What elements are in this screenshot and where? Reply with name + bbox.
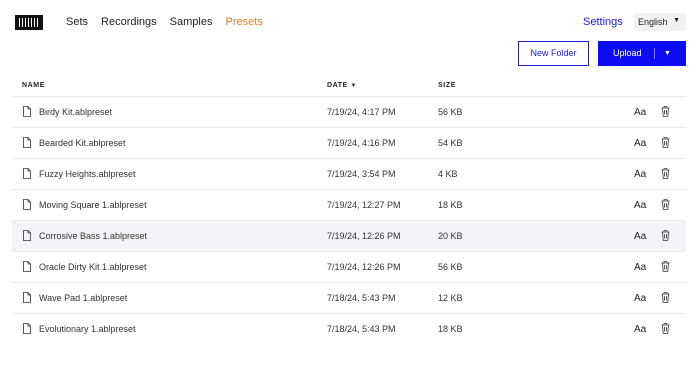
rename-button[interactable]: Aa [634,107,646,118]
app-logo[interactable] [15,15,43,30]
table-row[interactable]: Birdy Kit.ablpreset 7/19/24, 4:17 PM 56 KB… [12,96,686,127]
table-row[interactable]: Bearded Kit.ablpreset 7/19/24, 4:16 PM 54 … [12,127,686,158]
file-size: 20 KB [438,231,463,241]
main-nav: Sets Recordings Samples Presets [66,16,276,28]
file-icon [23,199,31,210]
column-header-date[interactable]: DATE ▼ [327,82,357,89]
column-header-size[interactable]: SIZE [438,82,456,89]
file-size: 18 KB [438,200,463,210]
file-name[interactable]: Birdy Kit.ablpreset [39,107,112,117]
top-bar: Sets Recordings Samples Presets Settings… [0,0,700,44]
trash-icon[interactable] [661,230,670,241]
file-date: 7/19/24, 12:27 PM [327,200,401,210]
column-header-name[interactable]: NAME [22,82,45,89]
rename-button[interactable]: Aa [634,324,646,335]
trash-icon[interactable] [661,292,670,303]
table-row[interactable]: Moving Square 1.ablpreset 7/19/24, 12:27 … [12,189,686,220]
file-size: 56 KB [438,262,463,272]
nav-item-samples[interactable]: Samples [170,16,213,28]
file-date: 7/19/24, 12:26 PM [327,231,401,241]
file-icon [23,230,31,241]
file-size: 4 KB [438,169,458,179]
upload-divider [654,48,655,59]
language-value: English [638,17,668,27]
table-body: Birdy Kit.ablpreset 7/19/24, 4:17 PM 56 KB… [12,96,686,344]
file-date: 7/18/24, 5:43 PM [327,324,396,334]
table-header: NAME DATE ▼ SIZE [12,76,686,96]
table-row[interactable]: Oracle Dirty Kit 1.ablpreset 7/19/24, 12:… [12,251,686,282]
column-header-date-label: DATE [327,82,348,89]
trash-icon[interactable] [661,261,670,272]
upload-button[interactable]: Upload ▼ [598,41,686,66]
file-name[interactable]: Oracle Dirty Kit 1.ablpreset [39,262,147,272]
file-name[interactable]: Fuzzy Heights.ablpreset [39,169,136,179]
nav-item-recordings[interactable]: Recordings [101,16,157,28]
file-name[interactable]: Wave Pad 1.ablpreset [39,293,127,303]
sort-desc-icon: ▼ [350,83,358,89]
trash-icon[interactable] [661,168,670,179]
table-row[interactable]: Fuzzy Heights.ablpreset 7/19/24, 3:54 PM 4… [12,158,686,189]
file-size: 12 KB [438,293,463,303]
rename-button[interactable]: Aa [634,293,646,304]
nav-item-sets[interactable]: Sets [66,16,88,28]
trash-icon[interactable] [661,323,670,334]
file-date: 7/19/24, 4:17 PM [327,107,396,117]
rename-button[interactable]: Aa [634,231,646,242]
rename-button[interactable]: Aa [634,200,646,211]
language-select[interactable]: English ▼ [634,13,686,31]
trash-icon[interactable] [661,137,670,148]
file-name[interactable]: Corrosive Bass 1.ablpreset [39,231,147,241]
file-date: 7/19/24, 12:26 PM [327,262,401,272]
file-name[interactable]: Bearded Kit.ablpreset [39,138,126,148]
file-name[interactable]: Evolutionary 1.ablpreset [39,324,136,334]
rename-button[interactable]: Aa [634,138,646,149]
file-date: 7/19/24, 4:16 PM [327,138,396,148]
file-size: 54 KB [438,138,463,148]
table-row[interactable]: Wave Pad 1.ablpreset 7/18/24, 5:43 PM 12 K… [12,282,686,313]
upload-label: Upload [613,48,642,58]
upload-dropdown-icon[interactable]: ▼ [664,41,671,66]
nav-item-presets[interactable]: Presets [225,16,262,28]
file-size: 56 KB [438,107,463,117]
file-date: 7/18/24, 5:43 PM [327,293,396,303]
file-name[interactable]: Moving Square 1.ablpreset [39,200,147,210]
file-icon [23,261,31,272]
file-icon [23,137,31,148]
file-date: 7/19/24, 3:54 PM [327,169,396,179]
new-folder-button[interactable]: New Folder [518,41,589,66]
rename-button[interactable]: Aa [634,262,646,273]
caret-down-icon: ▼ [673,17,680,24]
presets-table: NAME DATE ▼ SIZE Birdy Kit.ablpreset 7/19… [12,76,686,344]
file-size: 18 KB [438,324,463,334]
trash-icon[interactable] [661,106,670,117]
table-row[interactable]: Corrosive Bass 1.ablpreset 7/19/24, 12:26… [12,220,686,251]
table-row[interactable]: Evolutionary 1.ablpreset 7/18/24, 5:43 PM… [12,313,686,344]
settings-link[interactable]: Settings [583,16,623,28]
trash-icon[interactable] [661,199,670,210]
file-icon [23,292,31,303]
file-icon [23,106,31,117]
file-icon [23,168,31,179]
file-icon [23,323,31,334]
rename-button[interactable]: Aa [634,169,646,180]
